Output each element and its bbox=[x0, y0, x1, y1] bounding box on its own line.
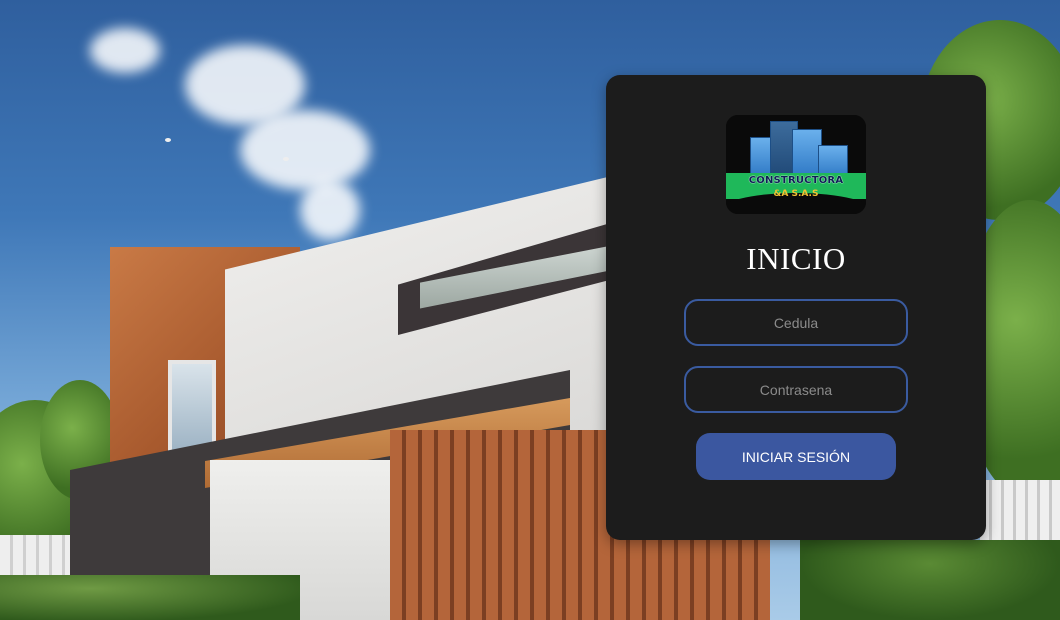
password-input[interactable] bbox=[684, 366, 908, 413]
bird bbox=[283, 157, 289, 161]
login-button[interactable]: INICIAR SESIÓN bbox=[696, 433, 896, 480]
cedula-input[interactable] bbox=[684, 299, 908, 346]
constructora-logo-icon: CONSTRUCTORA &A S.A.S bbox=[726, 115, 866, 214]
house-window bbox=[168, 360, 216, 456]
cloud bbox=[90, 28, 160, 73]
shrubs bbox=[0, 575, 300, 620]
cloud bbox=[300, 180, 360, 240]
login-card: CONSTRUCTORA &A S.A.S INICIO INICIAR SES… bbox=[606, 75, 986, 540]
cloud bbox=[240, 110, 370, 190]
logo-name: CONSTRUCTORA bbox=[748, 175, 844, 186]
logo-suffix: &A S.A.S bbox=[773, 189, 819, 199]
page-title: INICIO bbox=[746, 241, 846, 276]
hedge bbox=[800, 540, 1060, 620]
bird bbox=[165, 138, 171, 142]
